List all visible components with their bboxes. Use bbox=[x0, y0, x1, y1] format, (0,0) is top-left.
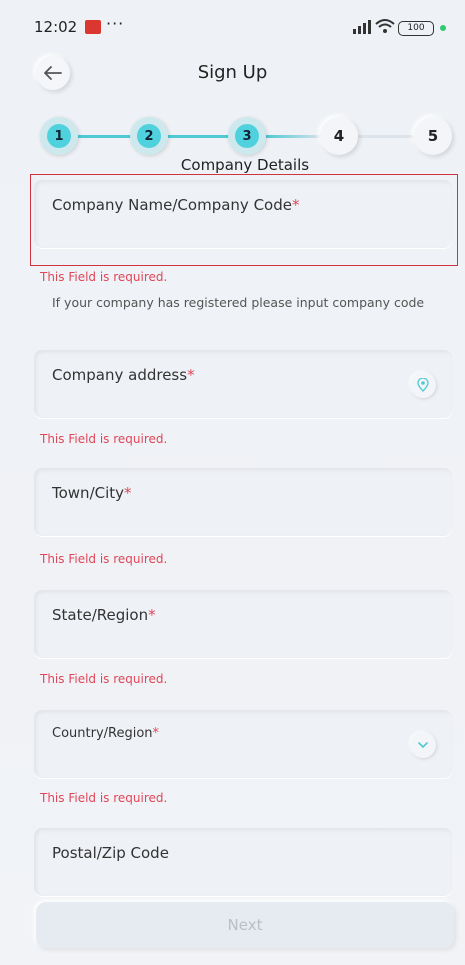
status-time: 12:02 bbox=[34, 18, 78, 36]
company-name-field[interactable]: Company Name/Company Code* bbox=[34, 180, 452, 248]
postal-code-label: Postal/Zip Code bbox=[52, 844, 169, 862]
location-pin-icon bbox=[417, 378, 429, 392]
company-address-field[interactable]: Company address* bbox=[34, 350, 452, 418]
step-connector bbox=[266, 135, 322, 138]
town-city-field[interactable]: Town/City* bbox=[34, 468, 452, 536]
notification-icon bbox=[85, 20, 101, 34]
battery-icon: 100 bbox=[398, 21, 434, 36]
town-city-error: This Field is required. bbox=[40, 552, 168, 566]
step-number: 4 bbox=[333, 127, 345, 145]
country-region-select[interactable]: Country/Region* bbox=[34, 710, 452, 778]
step-connector bbox=[356, 135, 414, 138]
charging-dot-icon bbox=[440, 25, 446, 31]
signal-icon bbox=[351, 20, 371, 38]
status-bar: 12:02 ··· 100 bbox=[0, 0, 465, 40]
step-5: 5 bbox=[414, 117, 452, 155]
step-1: 1 bbox=[40, 117, 78, 155]
step-connector bbox=[76, 135, 132, 138]
country-region-error: This Field is required. bbox=[40, 791, 168, 805]
dropdown-button[interactable] bbox=[410, 732, 436, 758]
step-2: 2 bbox=[130, 117, 168, 155]
company-code-hint: If your company has registered please in… bbox=[52, 295, 425, 310]
signup-screen: 12:02 ··· 100 Sign Up 1 2 3 4 5 Company … bbox=[0, 0, 465, 965]
company-address-label: Company address* bbox=[52, 366, 195, 384]
company-name-label: Company Name/Company Code* bbox=[52, 196, 300, 214]
postal-code-field[interactable]: Postal/Zip Code bbox=[34, 828, 452, 896]
state-region-error: This Field is required. bbox=[40, 672, 168, 686]
step-4: 4 bbox=[320, 117, 358, 155]
step-connector bbox=[168, 135, 230, 138]
town-city-label: Town/City* bbox=[52, 484, 132, 502]
location-pin-button[interactable] bbox=[410, 372, 436, 398]
more-notifications-icon: ··· bbox=[106, 14, 125, 33]
step-caption: Company Details bbox=[180, 156, 310, 174]
company-address-error: This Field is required. bbox=[40, 432, 168, 446]
company-name-error: This Field is required. bbox=[40, 270, 168, 284]
chevron-down-icon bbox=[418, 741, 428, 748]
step-number: 3 bbox=[235, 124, 259, 148]
step-3: 3 bbox=[228, 117, 266, 155]
state-region-label: State/Region* bbox=[52, 606, 156, 624]
next-button[interactable]: Next bbox=[36, 902, 454, 948]
progress-stepper: 1 2 3 4 5 Company Details bbox=[0, 112, 465, 174]
country-region-label: Country/Region* bbox=[52, 726, 160, 741]
step-number: 1 bbox=[47, 124, 71, 148]
state-region-field[interactable]: State/Region* bbox=[34, 590, 452, 658]
step-number: 2 bbox=[137, 124, 161, 148]
step-number: 5 bbox=[427, 127, 439, 145]
page-title: Sign Up bbox=[197, 62, 268, 83]
wifi-icon bbox=[375, 18, 395, 38]
